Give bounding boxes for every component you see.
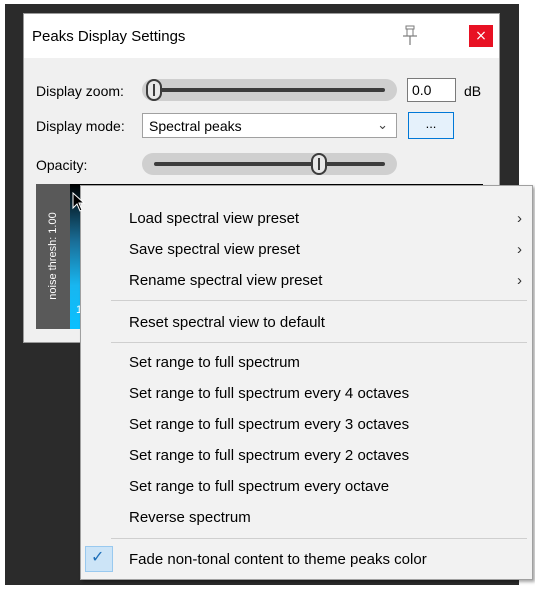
menu-item-reset-default[interactable]: Reset spectral view to default <box>129 314 325 331</box>
display-zoom-slider-knob[interactable] <box>146 79 162 101</box>
display-mode-label: Display mode: <box>36 118 125 134</box>
checkmark-icon: ✓ <box>91 547 105 566</box>
menu-separator <box>111 538 527 539</box>
menu-item-load-preset[interactable]: Load spectral view preset <box>129 210 299 227</box>
noise-threshold-strip[interactable]: noise thresh: 1.00 <box>36 184 70 329</box>
close-icon: × <box>475 28 487 44</box>
display-mode-options-button[interactable]: ... <box>408 112 454 139</box>
menu-item-rename-preset[interactable]: Rename spectral view preset <box>129 272 322 289</box>
menu-separator <box>111 300 527 301</box>
chevron-down-icon: ⌄ <box>377 117 388 132</box>
opacity-slider-knob[interactable] <box>311 153 327 175</box>
menu-separator <box>111 342 527 343</box>
opacity-slider[interactable] <box>142 153 397 175</box>
submenu-arrow-icon: › <box>517 241 522 258</box>
dialog-title: Peaks Display Settings <box>32 28 186 45</box>
menu-item-reverse-spectrum[interactable]: Reverse spectrum <box>129 509 251 526</box>
menu-item-full-spectrum-2-octaves[interactable]: Set range to full spectrum every 2 octav… <box>129 447 409 464</box>
menu-item-full-spectrum-octave[interactable]: Set range to full spectrum every octave <box>129 478 389 495</box>
display-zoom-label: Display zoom: <box>36 83 124 99</box>
submenu-arrow-icon: › <box>517 210 522 227</box>
display-mode-select[interactable]: Spectral peaks ⌄ <box>142 113 397 138</box>
opacity-label: Opacity: <box>36 157 88 173</box>
menu-item-fade-non-tonal[interactable]: Fade non-tonal content to theme peaks co… <box>129 551 427 568</box>
menu-item-full-spectrum[interactable]: Set range to full spectrum <box>129 354 300 371</box>
display-zoom-value-input[interactable]: 0.0 <box>407 78 456 102</box>
noise-threshold-label: noise thresh: 1.00 <box>47 212 59 300</box>
spectral-context-menu: Load spectral view preset › Save spectra… <box>80 185 533 580</box>
title-bar[interactable]: Peaks Display Settings × <box>24 14 499 58</box>
close-button[interactable]: × <box>469 25 493 47</box>
menu-item-full-spectrum-4-octaves[interactable]: Set range to full spectrum every 4 octav… <box>129 385 409 402</box>
menu-item-save-preset[interactable]: Save spectral view preset <box>129 241 300 258</box>
pin-icon[interactable] <box>400 25 420 47</box>
display-zoom-slider[interactable] <box>142 79 397 101</box>
submenu-arrow-icon: › <box>517 272 522 289</box>
display-zoom-unit: dB <box>464 83 482 99</box>
mouse-cursor-icon <box>72 192 86 212</box>
display-mode-value: Spectral peaks <box>149 118 242 134</box>
menu-item-full-spectrum-3-octaves[interactable]: Set range to full spectrum every 3 octav… <box>129 416 409 433</box>
